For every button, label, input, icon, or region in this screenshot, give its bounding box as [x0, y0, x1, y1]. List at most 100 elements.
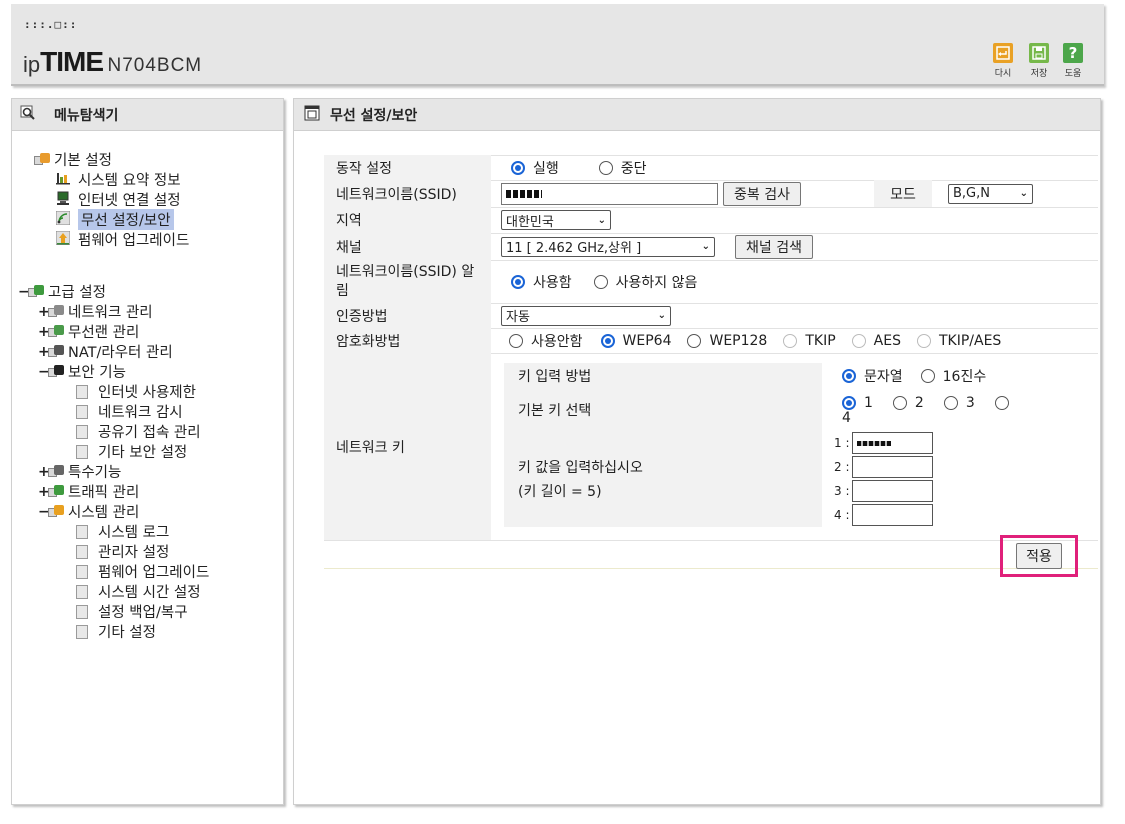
network-folder-icon	[48, 304, 64, 319]
duplicate-check-button[interactable]: 중복 검사	[723, 181, 801, 206]
key-values: 1 : 2 : 3 : 4 :	[822, 431, 933, 527]
help-button[interactable]: ? 도움	[1060, 43, 1086, 79]
tree-security[interactable]: − 보안 기능	[38, 362, 126, 382]
channel-search-button[interactable]: 채널 검색	[735, 234, 813, 259]
folder-gear-icon	[28, 284, 44, 299]
chevron-down-icon: ⌄	[597, 214, 606, 226]
ssid-input[interactable]	[501, 182, 718, 205]
sidebar-item-firmware-upgrade-2[interactable]: 펌웨어 업그레이드	[76, 562, 209, 581]
key-4-input[interactable]	[851, 504, 933, 526]
tree-network-management[interactable]: + 네트워크 관리	[38, 302, 153, 322]
sidebar-item-label: 시스템 요약 정보	[78, 173, 181, 189]
router-folder-icon	[48, 344, 64, 359]
ssid-broadcast-on-radio[interactable]	[511, 274, 525, 289]
tree-item-label: NAT/라우터 관리	[68, 345, 173, 361]
undo-button[interactable]: 다시	[990, 43, 1016, 79]
collapse-icon: −	[38, 503, 50, 520]
key-method-hex-radio[interactable]	[920, 369, 935, 383]
region-select[interactable]: 대한민국 ⌄	[501, 210, 611, 230]
key-method-string-radio[interactable]	[842, 369, 856, 383]
expand-icon: +	[38, 463, 50, 480]
sidebar-item-system-time[interactable]: 시스템 시간 설정	[76, 582, 201, 601]
tree-nat-router[interactable]: + NAT/라우터 관리	[38, 342, 173, 362]
settings-page-icon	[304, 105, 320, 125]
enc-wep128-radio[interactable]	[687, 333, 702, 348]
sidebar-item-network-monitor[interactable]: 네트워크 감시	[76, 402, 183, 421]
auth-row: 자동 ⌄	[491, 303, 671, 328]
ssid-broadcast-off-radio[interactable]	[593, 274, 608, 289]
channel-select[interactable]: 11 [ 2.462 GHz,상위 ] ⌄	[501, 236, 715, 257]
sidebar-item-router-access[interactable]: 공유기 접속 관리	[76, 422, 201, 441]
sidebar-item-firmware-upgrade[interactable]: 펌웨어 업그레이드	[55, 230, 189, 249]
mode-select[interactable]: B,G,N ⌄	[947, 183, 1033, 204]
chevron-down-icon: ⌄	[1019, 188, 1028, 199]
enc-wep128-label: WEP128	[709, 332, 768, 349]
expand-icon: +	[38, 323, 50, 340]
enc-tkip-radio[interactable]	[783, 333, 798, 348]
tree-advanced-settings[interactable]: − 고급 설정	[18, 282, 106, 302]
sidebar-item-wireless-security[interactable]: 무선 설정/보안	[55, 209, 174, 230]
enc-wep64-label: WEP64	[622, 332, 672, 349]
default-key-1-radio[interactable]	[842, 396, 856, 410]
row-divider	[324, 568, 1098, 569]
key-2-input[interactable]	[851, 456, 933, 478]
tree-item-label: 기타 보안 설정	[98, 445, 188, 461]
wireless-icon	[55, 210, 71, 229]
sidebar-item-system-log[interactable]: 시스템 로그	[76, 522, 169, 541]
page-icon	[76, 384, 88, 399]
operation-label: 동작 설정	[324, 155, 491, 180]
enc-wep64-radio[interactable]	[600, 333, 615, 348]
default-key-3-radio[interactable]	[943, 396, 958, 410]
region-label: 지역	[324, 207, 491, 233]
ssid-broadcast-options: 사용함 사용하지 않음	[491, 260, 697, 303]
default-key-4-radio[interactable]	[994, 396, 1009, 410]
sidebar-item-label: 인터넷 연결 설정	[78, 193, 181, 209]
chart-folder-icon	[48, 484, 64, 499]
operation-options: 실행 중단	[491, 155, 647, 180]
tree-wlan-management[interactable]: + 무선랜 관리	[38, 322, 140, 342]
ssid-broadcast-label: 네트워크이름(SSID) 알림	[324, 260, 491, 303]
sidebar-item-admin-settings[interactable]: 관리자 설정	[76, 542, 169, 561]
auth-select[interactable]: 자동 ⌄	[501, 305, 671, 326]
sidebar-item-internet-connection[interactable]: 인터넷 연결 설정	[56, 190, 181, 209]
save-label: 저장	[1030, 69, 1048, 79]
tree-item-label: 인터넷 사용제한	[98, 385, 196, 401]
page-icon	[76, 564, 88, 579]
enc-none-radio[interactable]	[509, 333, 523, 348]
sidebar-item-backup-restore[interactable]: 설정 백업/복구	[76, 602, 188, 621]
enc-aes-radio[interactable]	[851, 333, 866, 348]
enc-tkipaes-label: TKIP/AES	[938, 332, 1002, 349]
tree-traffic-management[interactable]: + 트래픽 관리	[38, 482, 140, 502]
tree-item-label: 무선랜 관리	[68, 325, 140, 341]
key-3-row: 3 :	[834, 479, 933, 503]
mode-value: B,G,N	[952, 186, 990, 201]
ssid-broadcast-on-label: 사용함	[533, 274, 572, 291]
expand-icon: +	[38, 483, 50, 500]
enc-tkipaes-radio[interactable]	[916, 333, 931, 348]
key-4-prefix: 4 :	[834, 508, 850, 522]
sidebar-item-internet-restriction[interactable]: 인터넷 사용제한	[76, 382, 196, 401]
tree-basic-settings[interactable]: 기본 설정	[34, 150, 112, 169]
network-key-label: 네트워크 키	[324, 353, 491, 540]
tree-special-features[interactable]: + 특수기능	[38, 462, 121, 482]
grid-folder-icon	[48, 464, 64, 479]
sidebar-item-other-security[interactable]: 기타 보안 설정	[76, 442, 187, 461]
apply-button[interactable]: 적용	[1016, 543, 1062, 569]
tree-system-management[interactable]: − 시스템 관리	[38, 502, 140, 522]
sidebar-item-other-settings[interactable]: 기타 설정	[76, 622, 156, 641]
default-key-4-label: 4	[842, 410, 851, 426]
sidebar-item-system-summary[interactable]: 시스템 요약 정보	[56, 170, 181, 189]
tree-item-label: 트래픽 관리	[68, 485, 140, 501]
default-key-options: 1 2 3 4	[822, 389, 1042, 431]
key-3-input[interactable]	[851, 480, 933, 502]
undo-label: 다시	[994, 69, 1012, 79]
undo-icon	[993, 43, 1013, 63]
save-button[interactable]: 저장	[1026, 43, 1052, 79]
model-name: N704BCM	[107, 55, 203, 76]
menu-explorer-title-bar: 메뉴탐색기	[12, 99, 283, 131]
operation-run-radio[interactable]	[511, 160, 525, 175]
operation-stop-radio[interactable]	[598, 160, 613, 175]
tree-item-label: 시스템 관리	[68, 505, 140, 521]
default-key-2-radio[interactable]	[892, 396, 907, 410]
key-1-input[interactable]	[851, 432, 933, 454]
